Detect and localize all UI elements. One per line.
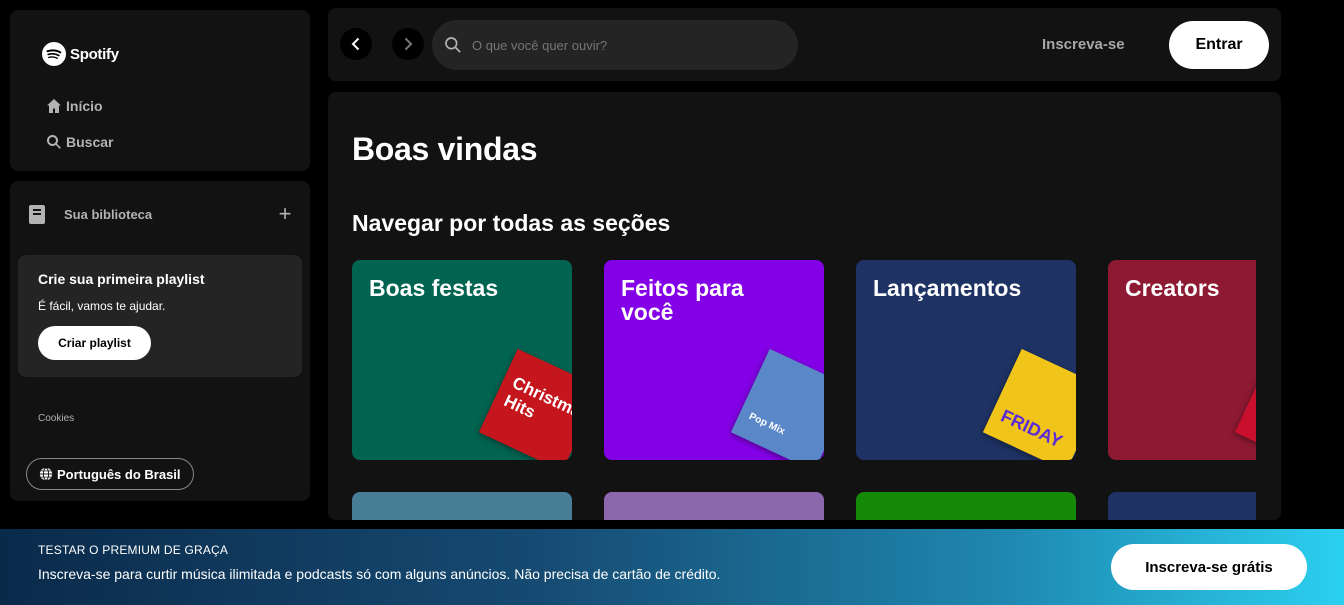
nav-home[interactable]: Início [46, 98, 103, 114]
sidebar-nav: Spotify Início Buscar [10, 10, 310, 171]
search-bar[interactable] [432, 20, 798, 70]
main-content: Boas vindas Navegar por todas as seções … [328, 92, 1281, 520]
category-card-row2[interactable] [352, 492, 572, 520]
create-playlist-subtitle: É fácil, vamos te ajudar. [38, 299, 166, 313]
category-card-creators[interactable]: Creators [1108, 260, 1256, 460]
signup-link[interactable]: Inscreva-se [1042, 36, 1125, 53]
category-card-art: Pop Mix [730, 348, 824, 460]
globe-icon [39, 467, 53, 481]
search-input[interactable] [472, 37, 772, 53]
chevron-right-icon [404, 37, 413, 51]
category-card-boas-festas[interactable]: Boas festas Christmas Hits [352, 260, 572, 460]
nav-search[interactable]: Buscar [46, 134, 113, 150]
category-grid: Boas festas Christmas Hits Feitos para v… [352, 260, 1256, 520]
page-title: Boas vindas [352, 131, 538, 167]
library-icon [29, 205, 45, 224]
top-bar: Inscreva-se Entrar [328, 8, 1281, 81]
category-card-art: FRIDAY [982, 348, 1076, 460]
create-playlist-title: Crie sua primeira playlist [38, 271, 205, 287]
banner-eyebrow: TESTAR O PREMIUM DE GRAÇA [38, 543, 229, 557]
category-card-art [1234, 348, 1256, 460]
forward-button[interactable] [392, 28, 424, 60]
create-playlist-button[interactable]: Criar playlist [38, 326, 151, 360]
signup-free-button[interactable]: Inscreva-se grátis [1111, 544, 1307, 590]
spotify-icon [42, 42, 66, 66]
banner-text: Inscreva-se para curtir música ilimitada… [38, 566, 721, 582]
language-label: Português do Brasil [57, 466, 181, 482]
chevron-left-icon [351, 37, 360, 51]
login-button[interactable]: Entrar [1169, 21, 1269, 69]
logo-text: Spotify [70, 45, 119, 63]
back-button[interactable] [340, 28, 372, 60]
category-card-art-text: Christmas Hits [501, 373, 572, 426]
category-card-art-text: Pop Mix [747, 411, 787, 438]
category-card-art-text: FRIDAY [997, 405, 1066, 452]
plus-icon[interactable]: + [274, 201, 296, 226]
category-card-row2[interactable] [856, 492, 1076, 520]
category-card-feitos-para-voce[interactable]: Feitos para você Pop Mix [604, 260, 824, 460]
search-icon [445, 37, 461, 53]
create-playlist-card: Crie sua primeira playlist É fácil, vamo… [18, 255, 302, 377]
category-card-title: Creators [1125, 275, 1220, 301]
category-card-lancamentos[interactable]: Lançamentos FRIDAY [856, 260, 1076, 460]
library-title: Sua biblioteca [64, 206, 153, 222]
language-button[interactable]: Português do Brasil [26, 458, 194, 490]
spotify-logo[interactable]: Spotify [42, 42, 119, 66]
category-card-art: Christmas Hits [478, 348, 572, 460]
home-icon [47, 99, 61, 113]
category-card-row2[interactable] [604, 492, 824, 520]
category-card-title: Feitos para você [621, 275, 744, 326]
nav-home-label: Início [66, 98, 103, 114]
premium-banner[interactable]: TESTAR O PREMIUM DE GRAÇA Inscreva-se pa… [0, 529, 1344, 605]
category-card-title: Boas festas [369, 275, 499, 301]
library-header[interactable]: Sua biblioteca [26, 203, 152, 225]
section-title: Navegar por todas as seções [352, 210, 671, 236]
category-card-title: Lançamentos [873, 275, 1022, 301]
cookies-link[interactable]: Cookies [38, 413, 74, 424]
search-icon [47, 135, 61, 149]
nav-search-label: Buscar [66, 134, 114, 150]
category-card-row2[interactable] [1108, 492, 1256, 520]
library-panel: Sua biblioteca + Crie sua primeira playl… [10, 181, 310, 501]
